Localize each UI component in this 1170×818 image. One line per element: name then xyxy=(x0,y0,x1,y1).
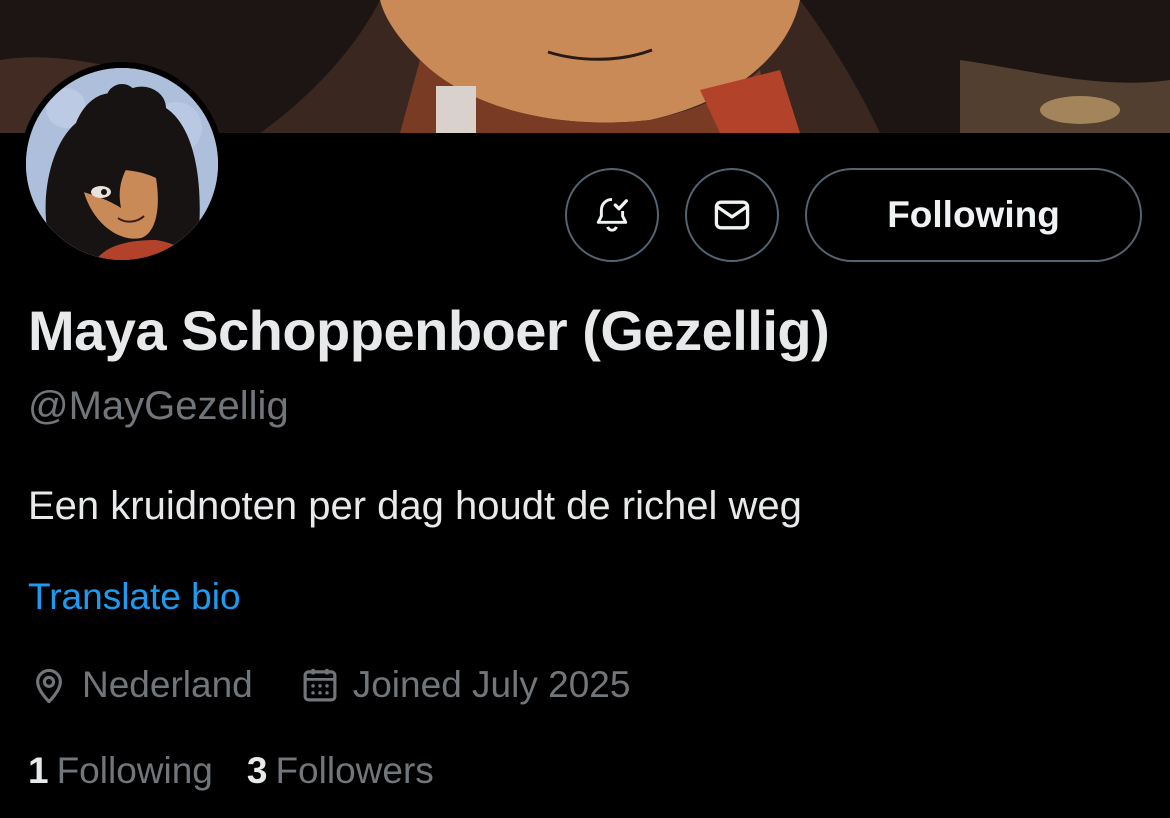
location-text: Nederland xyxy=(82,664,253,705)
follow-stats: 1 Following 3 Followers xyxy=(28,746,468,796)
calendar-icon xyxy=(303,668,337,702)
following-count-link[interactable]: 1 Following xyxy=(28,750,213,792)
profile-page: Following Maya Schoppenboer (Gezellig) @… xyxy=(0,0,1170,818)
followers-label: Followers xyxy=(275,750,434,791)
followers-count: 3 xyxy=(246,750,268,791)
profile-bio: Een kruidnoten per dag houdt de richel w… xyxy=(28,484,802,528)
followers-count-link[interactable]: 3 Followers xyxy=(247,750,434,792)
avatar[interactable] xyxy=(20,62,224,266)
location-pin-icon xyxy=(36,668,62,704)
profile-meta: Nederland Joined July 2025 xyxy=(28,660,676,710)
translate-bio-link[interactable]: Translate bio xyxy=(28,576,241,618)
join-date: Joined July 2025 xyxy=(299,664,631,706)
user-handle: @MayGezellig xyxy=(28,384,289,428)
avatar-illustration xyxy=(26,68,218,260)
avatar-image xyxy=(26,68,218,260)
notifications-button[interactable] xyxy=(565,168,659,262)
display-name: Maya Schoppenboer (Gezellig) xyxy=(28,299,830,362)
following-button[interactable]: Following xyxy=(805,168,1142,262)
envelope-icon xyxy=(714,200,750,230)
join-date-text: Joined July 2025 xyxy=(352,664,631,705)
message-button[interactable] xyxy=(685,168,779,262)
bell-check-icon xyxy=(596,197,628,232)
location: Nederland xyxy=(28,664,253,706)
following-count: 1 xyxy=(28,750,49,791)
following-label: Following xyxy=(56,750,213,791)
